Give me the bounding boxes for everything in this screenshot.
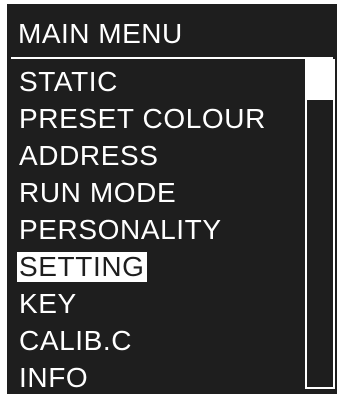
menu-item-label: RUN MODE: [19, 177, 177, 208]
lcd-screen: MAIN MENU STATIC PRESET COLOUR ADDRESS R…: [7, 4, 337, 394]
menu-item-calib-c[interactable]: CALIB.C: [7, 321, 305, 358]
menu-item-static[interactable]: STATIC: [7, 62, 305, 99]
menu-item-label: ADDRESS: [19, 140, 159, 171]
menu-item-info[interactable]: INFO: [7, 358, 305, 394]
menu-item-label: PERSONALITY: [19, 214, 222, 245]
menu-item-key[interactable]: KEY: [7, 284, 305, 321]
menu-item-label: INFO: [19, 362, 89, 393]
title-divider: [11, 57, 333, 59]
menu-item-run-mode[interactable]: RUN MODE: [7, 173, 305, 210]
menu-item-preset-colour[interactable]: PRESET COLOUR: [7, 99, 305, 136]
menu-item-setting[interactable]: SETTING: [7, 247, 305, 284]
menu-item-personality[interactable]: PERSONALITY: [7, 210, 305, 247]
menu-item-address[interactable]: ADDRESS: [7, 136, 305, 173]
main-menu-list: STATIC PRESET COLOUR ADDRESS RUN MODE PE…: [7, 62, 305, 394]
scrollbar-thumb[interactable]: [307, 61, 333, 100]
menu-item-label: SETTING: [17, 251, 147, 282]
menu-item-label: STATIC: [19, 66, 119, 97]
menu-item-label: PRESET COLOUR: [19, 103, 266, 134]
menu-item-label: CALIB.C: [19, 325, 133, 356]
menu-item-label: KEY: [19, 288, 77, 319]
menu-title: MAIN MENU: [18, 18, 183, 49]
menu-scrollbar[interactable]: [305, 59, 335, 389]
